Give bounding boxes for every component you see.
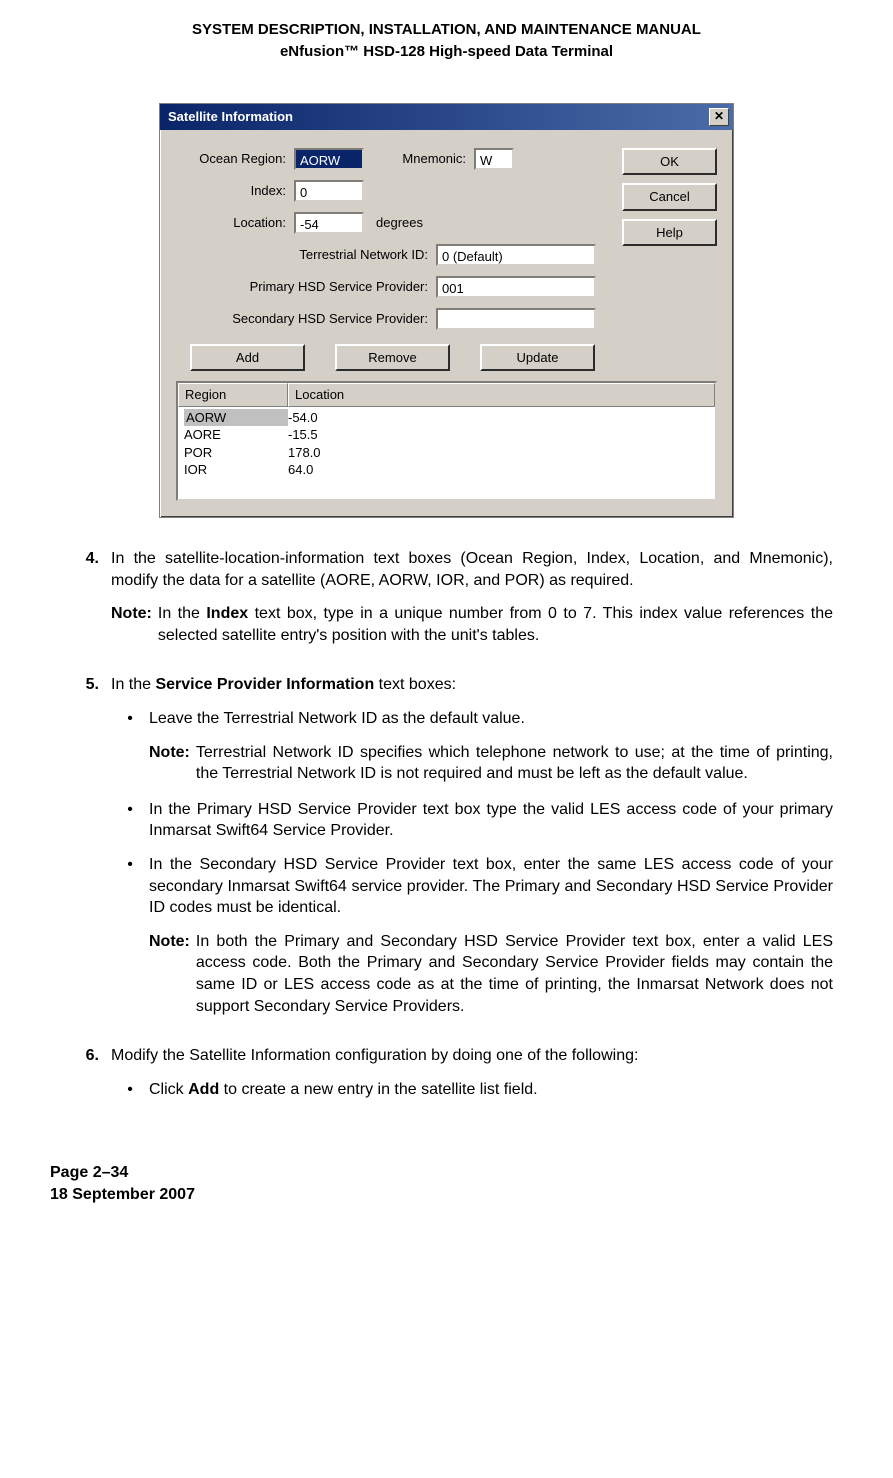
list-row[interactable]: AORE -15.5 — [178, 426, 715, 444]
location-header[interactable]: Location — [288, 383, 715, 407]
ok-button[interactable]: OK — [622, 148, 717, 176]
degrees-label: degrees — [364, 214, 431, 232]
dialog-titlebar: Satellite Information ✕ — [160, 104, 733, 130]
document-header: SYSTEM DESCRIPTION, INSTALLATION, AND MA… — [50, 20, 843, 63]
header-line-1: SYSTEM DESCRIPTION, INSTALLATION, AND MA… — [50, 20, 843, 40]
primary-label: Primary HSD Service Provider: — [176, 278, 436, 296]
help-button[interactable]: Help — [622, 219, 717, 247]
terrestrial-input[interactable]: 0 (Default) — [436, 244, 596, 266]
remove-button[interactable]: Remove — [335, 344, 450, 372]
page-date: 18 September 2007 — [50, 1184, 843, 1206]
list-row[interactable]: AORW -54.0 — [178, 409, 715, 427]
mnemonic-label: Mnemonic: — [364, 150, 474, 168]
index-input[interactable]: 0 — [294, 180, 364, 202]
header-line-2: eNfusion™ HSD-128 High-speed Data Termin… — [50, 42, 843, 62]
dialog-title: Satellite Information — [168, 108, 293, 126]
secondary-input[interactable] — [436, 308, 596, 330]
ocean-region-label: Ocean Region: — [176, 150, 294, 168]
step-6: 6. Modify the Satellite Information conf… — [55, 1045, 833, 1112]
satellite-info-dialog: Satellite Information ✕ OK Cancel Help O… — [159, 103, 734, 519]
primary-input[interactable]: 001 — [436, 276, 596, 298]
close-icon[interactable]: ✕ — [709, 108, 729, 126]
body-text: 4. In the satellite-location-information… — [50, 548, 843, 1112]
add-button[interactable]: Add — [190, 344, 305, 372]
mnemonic-input[interactable]: W — [474, 148, 514, 170]
terrestrial-label: Terrestrial Network ID: — [176, 246, 436, 264]
update-button[interactable]: Update — [480, 344, 595, 372]
ocean-region-input[interactable]: AORW — [294, 148, 364, 170]
screenshot-figure: Satellite Information ✕ OK Cancel Help O… — [50, 103, 843, 519]
list-header: Region Location — [178, 383, 715, 407]
cancel-button[interactable]: Cancel — [622, 183, 717, 211]
location-input[interactable]: -54 — [294, 212, 364, 234]
index-label: Index: — [176, 182, 294, 200]
satellite-list[interactable]: Region Location AORW -54.0 AORE -15.5 PO… — [176, 381, 717, 501]
step-5: 5. In the Service Provider Information t… — [55, 674, 833, 1031]
list-row[interactable]: POR 178.0 — [178, 444, 715, 462]
step-4: 4. In the satellite-location-information… — [55, 548, 833, 660]
page-footer: Page 2–34 18 September 2007 — [50, 1162, 843, 1205]
region-header[interactable]: Region — [178, 383, 288, 407]
list-row[interactable]: IOR 64.0 — [178, 461, 715, 479]
secondary-label: Secondary HSD Service Provider: — [176, 310, 436, 328]
page-number: Page 2–34 — [50, 1162, 843, 1184]
location-label: Location: — [176, 214, 294, 232]
